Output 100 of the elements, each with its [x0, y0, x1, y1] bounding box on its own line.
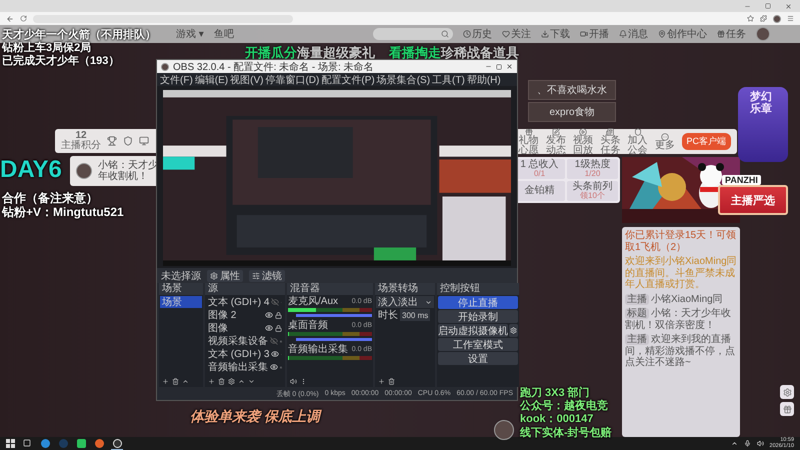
properties-button[interactable]: 属性: [207, 270, 243, 282]
browser-app-icon[interactable]: [39, 438, 51, 450]
add-icon[interactable]: [378, 378, 385, 385]
toolbar-item[interactable]: 视频回放: [572, 128, 594, 156]
maximize-icon[interactable]: [765, 3, 771, 9]
tray-icon[interactable]: [730, 440, 738, 447]
recorder-app-icon[interactable]: [111, 438, 123, 450]
menu-item[interactable]: 场景集合(S): [376, 72, 430, 86]
close-icon[interactable]: [785, 2, 792, 10]
media-app-icon[interactable]: [93, 438, 105, 450]
reload-icon[interactable]: [20, 15, 27, 22]
vote-button[interactable]: expro食物: [528, 102, 616, 122]
volume-slider[interactable]: [296, 314, 372, 317]
bell-icon[interactable]: [619, 30, 627, 38]
eye-icon[interactable]: [271, 350, 280, 358]
toolbar-item[interactable]: 发布动态: [545, 128, 566, 156]
transition-select[interactable]: 淡入淡出: [376, 296, 434, 308]
client-button[interactable]: PC客户端: [682, 133, 732, 150]
close-icon[interactable]: [506, 63, 513, 70]
star-icon[interactable]: [747, 15, 754, 22]
menu-item[interactable]: 工具(T): [432, 72, 465, 86]
menu-item[interactable]: 视图(V): [230, 72, 264, 86]
toolbar-item[interactable]: 头条任务: [600, 128, 621, 156]
clock-icon[interactable]: [463, 30, 471, 38]
channel-name: 麦克风/Aux: [288, 296, 338, 307]
add-icon[interactable]: [208, 378, 215, 385]
search-field[interactable]: [373, 28, 453, 40]
gear-icon[interactable]: [228, 378, 235, 385]
eye-icon[interactable]: [265, 324, 273, 332]
source-item[interactable]: 视频采集设备: [208, 334, 268, 348]
volume-slider[interactable]: [296, 338, 372, 341]
control-button[interactable]: 工作室模式: [438, 338, 518, 351]
vote-button[interactable]: 、不喜欢喝水水: [528, 80, 616, 100]
add-icon[interactable]: [162, 378, 169, 385]
chat-app-icon[interactable]: [75, 438, 87, 450]
menu-icon[interactable]: [787, 15, 794, 22]
filters-button[interactable]: 滤镜: [249, 270, 285, 282]
source-item[interactable]: 文本 (GDI+) 4: [208, 295, 270, 309]
hidden-eye-icon[interactable]: [271, 298, 280, 306]
toolbar-item[interactable]: 礼物心愿: [518, 128, 540, 156]
source-item[interactable]: 图像: [208, 321, 263, 335]
duration-field[interactable]: 300 ms: [400, 309, 430, 321]
control-button[interactable]: 停止直播: [438, 296, 518, 309]
control-button[interactable]: 设置: [438, 352, 518, 365]
source-item[interactable]: 文本 (GDI+) 3: [208, 347, 270, 361]
toolbar-item[interactable]: 更多: [654, 132, 676, 150]
up-icon[interactable]: [182, 378, 189, 385]
menu-item[interactable]: 停靠窗口(D): [265, 72, 320, 86]
delete-icon[interactable]: [388, 378, 395, 385]
task-item[interactable]: 头条前列 领10个: [567, 181, 618, 201]
puzzle-icon[interactable]: [760, 15, 767, 22]
down-icon[interactable]: [248, 378, 255, 385]
header-link[interactable]: 历史: [463, 27, 492, 41]
menu-item[interactable]: 编辑(E): [194, 72, 228, 86]
trophy-icon[interactable]: [107, 136, 117, 146]
minimize-icon[interactable]: [485, 63, 492, 70]
header-link[interactable]: 下载: [541, 27, 570, 41]
more-icon[interactable]: [300, 378, 307, 385]
speaker-icon[interactable]: [290, 378, 297, 385]
header-link[interactable]: 关注: [502, 27, 531, 41]
nav-link[interactable]: 游戏 ▾: [176, 27, 204, 41]
nav-link[interactable]: 鱼吧: [214, 27, 234, 41]
download-icon[interactable]: [541, 30, 549, 38]
menu-item[interactable]: 帮助(H): [466, 72, 501, 86]
start-button[interactable]: [6, 439, 15, 448]
source-item[interactable]: 图像 2: [208, 308, 263, 322]
gear-icon[interactable]: [780, 385, 794, 399]
toolbar-item[interactable]: 加入公会: [627, 128, 648, 156]
profile-avatar[interactable]: [773, 14, 781, 22]
up-icon[interactable]: [238, 378, 245, 385]
back-icon[interactable]: [6, 14, 14, 22]
maximize-icon[interactable]: [496, 64, 502, 70]
speaker-icon[interactable]: [756, 440, 764, 447]
shield-icon[interactable]: [123, 136, 133, 146]
video-icon[interactable]: [580, 30, 588, 38]
control-button[interactable]: 启动虚拟摄像机: [438, 324, 508, 337]
delete-icon[interactable]: [172, 378, 179, 385]
scene-item[interactable]: 场景: [160, 296, 202, 308]
task-item[interactable]: 1级热度 1/20: [567, 159, 618, 179]
control-button[interactable]: 开始录制: [438, 310, 518, 323]
source-item[interactable]: 音频输出采集: [208, 360, 268, 374]
menu-item[interactable]: 配置文件(P): [321, 72, 375, 86]
gift-icon[interactable]: [780, 402, 794, 416]
header-link[interactable]: 创作中心: [658, 27, 707, 41]
user-avatar[interactable]: [756, 27, 770, 41]
mic-icon[interactable]: [744, 440, 751, 447]
task-view-icon[interactable]: [21, 438, 33, 450]
eye-icon[interactable]: [270, 363, 278, 371]
delete-icon[interactable]: [218, 378, 225, 385]
header-link[interactable]: 任务: [717, 27, 746, 41]
pin-icon[interactable]: [658, 30, 666, 38]
eye-icon[interactable]: [265, 311, 273, 319]
settings-button[interactable]: [509, 324, 518, 337]
header-link[interactable]: 开播: [580, 27, 609, 41]
heart-icon[interactable]: [502, 30, 510, 38]
header-link[interactable]: 消息: [619, 27, 648, 41]
hidden-eye-icon[interactable]: [270, 337, 278, 345]
menu-item[interactable]: 文件(F): [160, 72, 193, 86]
event-banner[interactable]: 梦幻乐章: [738, 87, 788, 162]
monitor-icon[interactable]: [139, 136, 149, 146]
